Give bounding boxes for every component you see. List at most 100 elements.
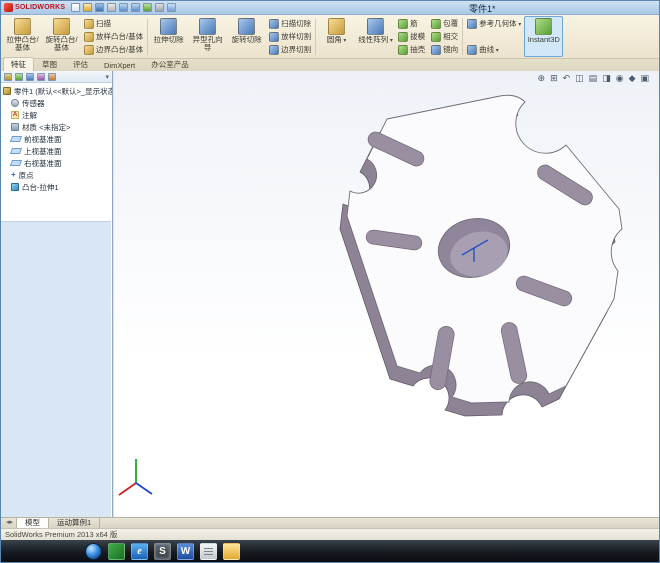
view-orientation-icon[interactable]: ▤ <box>589 72 598 84</box>
plane-icon <box>9 148 23 154</box>
dimxpertmanager-icon[interactable] <box>37 72 45 81</box>
hide-show-items-icon[interactable]: ◉ <box>616 72 624 84</box>
undo-icon[interactable] <box>119 3 129 12</box>
zoom-fit-icon[interactable]: ⊕ <box>538 72 546 84</box>
new-document-icon[interactable] <box>71 3 81 12</box>
origin-icon <box>11 171 16 179</box>
lofted-cut-icon <box>269 31 280 42</box>
tree-item-right-plane[interactable]: 右视基准面 <box>3 157 112 169</box>
brand-text: SOLIDWORKS <box>15 4 66 11</box>
edit-appearance-icon[interactable]: ◆ <box>629 72 636 84</box>
heads-up-toolbar: ⊕ ⊞ ↶ ◫ ▤ ◨ ◉ ◆ ▣ <box>538 72 649 84</box>
configurationmanager-icon[interactable] <box>26 72 34 81</box>
start-button[interactable] <box>85 542 102 560</box>
hole-wizard-button[interactable]: 异型孔向导 <box>188 16 227 57</box>
revolved-cut-icon <box>238 18 256 35</box>
draft-icon <box>398 31 409 42</box>
instant3d-button[interactable]: Instant3D <box>524 16 564 57</box>
fillet-button[interactable]: 圆角 <box>317 16 356 57</box>
model-3d[interactable] <box>114 71 659 517</box>
material-icon <box>11 123 19 131</box>
extruded-boss-icon <box>14 18 31 35</box>
mirror-button[interactable]: 镜向 <box>430 44 459 55</box>
graphics-area[interactable]: ⊕ ⊞ ↶ ◫ ▤ ◨ ◉ ◆ ▣ <box>114 71 659 517</box>
tree-item-boss-extrude1[interactable]: 凸台-拉伸1 <box>3 181 112 193</box>
tree-root[interactable]: 零件1 (默认<<默认>_显示状态 <box>3 85 112 97</box>
internet-explorer-icon[interactable]: e <box>131 542 148 560</box>
swept-cut-button[interactable]: 扫描切除 <box>268 18 312 29</box>
boundary-cut-icon <box>269 44 280 55</box>
tree-item-sensors[interactable]: 传感器 <box>3 97 112 109</box>
tab-evaluate[interactable]: 评估 <box>65 57 96 71</box>
word-icon[interactable]: W <box>177 542 194 560</box>
shell-button[interactable]: 抽壳 <box>397 44 426 55</box>
curves-button[interactable]: 曲线 <box>466 44 522 55</box>
reference-geometry-icon <box>467 18 478 29</box>
tree-item-annotations[interactable]: 注解 <box>3 109 112 121</box>
revolved-boss-button[interactable]: 旋转凸台/基体 <box>42 16 81 57</box>
save-icon[interactable] <box>95 3 105 12</box>
boss-extrude-tree-icon <box>11 183 19 191</box>
redo-icon[interactable] <box>131 3 141 12</box>
print-icon[interactable] <box>107 3 117 12</box>
lofted-cut-button[interactable]: 放样切割 <box>268 31 312 42</box>
displaymanager-icon[interactable] <box>48 72 56 81</box>
shell-icon <box>398 44 409 55</box>
lofted-boss-button[interactable]: 放样凸台/基体 <box>83 31 144 42</box>
app-launcher-icon[interactable] <box>108 542 125 560</box>
tab-scroll-icon[interactable] <box>3 518 16 528</box>
tree-item-origin[interactable]: 原点 <box>3 169 112 181</box>
help-icon[interactable] <box>167 3 177 12</box>
windows-taskbar: e S W <box>1 540 659 562</box>
tree-item-front-plane[interactable]: 前视基准面 <box>3 133 112 145</box>
boundary-cut-button[interactable]: 边界切割 <box>268 44 312 55</box>
options-icon[interactable] <box>155 3 165 12</box>
open-icon[interactable] <box>83 3 93 12</box>
solidworks-icon[interactable]: S <box>154 542 171 560</box>
rebuild-icon[interactable] <box>143 3 153 12</box>
study-tab-bar: 模型 运动算例1 <box>1 517 659 528</box>
tab-dimxpert[interactable]: DimXpert <box>96 59 143 71</box>
tab-model[interactable]: 模型 <box>16 518 50 528</box>
reference-geometry-button[interactable]: 参考几何体 <box>466 18 522 29</box>
draft-button[interactable]: 拔模 <box>397 31 426 42</box>
revolved-cut-button[interactable]: 旋转切除 <box>227 16 266 57</box>
extruded-boss-button[interactable]: 拉伸凸台/基体 <box>3 16 42 57</box>
annotations-icon <box>11 111 19 119</box>
instant3d-icon <box>535 18 553 35</box>
solidworks-menu-button[interactable]: SOLIDWORKS <box>4 3 65 12</box>
intersect-button[interactable]: 相交 <box>430 31 459 42</box>
boundary-boss-icon <box>84 44 94 55</box>
solidworks-logo-icon <box>4 3 13 12</box>
previous-view-icon[interactable]: ↶ <box>563 72 571 84</box>
tab-sketch[interactable]: 草图 <box>34 57 65 71</box>
apply-scene-icon[interactable]: ▣ <box>640 72 649 84</box>
panel-flyout-icon[interactable] <box>105 73 109 81</box>
tab-office-products[interactable]: 办公室产品 <box>143 57 197 71</box>
folder-icon[interactable] <box>223 542 240 560</box>
rib-button[interactable]: 筋 <box>397 18 426 29</box>
extruded-cut-icon <box>160 18 178 35</box>
display-style-icon[interactable]: ◨ <box>602 72 611 84</box>
intersect-icon <box>431 31 442 42</box>
rib-icon <box>398 18 409 29</box>
tree-item-material[interactable]: 材质 <未指定> <box>3 121 112 133</box>
linear-pattern-button[interactable]: 线性阵列 <box>356 16 395 57</box>
zoom-area-icon[interactable]: ⊞ <box>550 72 558 84</box>
command-manager: 拉伸凸台/基体 旋转凸台/基体 扫描 放样凸台/基体 边界凸台/基体 拉伸切除 … <box>1 15 659 59</box>
document-title: 零件1* <box>469 4 496 14</box>
sensors-icon <box>11 99 19 107</box>
section-view-icon[interactable]: ◫ <box>575 72 584 84</box>
swept-boss-button[interactable]: 扫描 <box>83 18 144 29</box>
extruded-cut-button[interactable]: 拉伸切除 <box>149 16 188 57</box>
panel-empty-area <box>1 221 111 517</box>
wrap-icon <box>431 18 442 29</box>
wrap-button[interactable]: 包覆 <box>430 18 459 29</box>
tree-item-top-plane[interactable]: 上视基准面 <box>3 145 112 157</box>
propertymanager-icon[interactable] <box>15 72 23 81</box>
boundary-boss-button[interactable]: 边界凸台/基体 <box>83 44 144 55</box>
notepad-icon[interactable] <box>200 542 217 560</box>
tab-motion-study[interactable]: 运动算例1 <box>49 518 101 528</box>
featuremanager-icon[interactable] <box>4 72 12 81</box>
tab-features[interactable]: 特征 <box>3 57 34 71</box>
